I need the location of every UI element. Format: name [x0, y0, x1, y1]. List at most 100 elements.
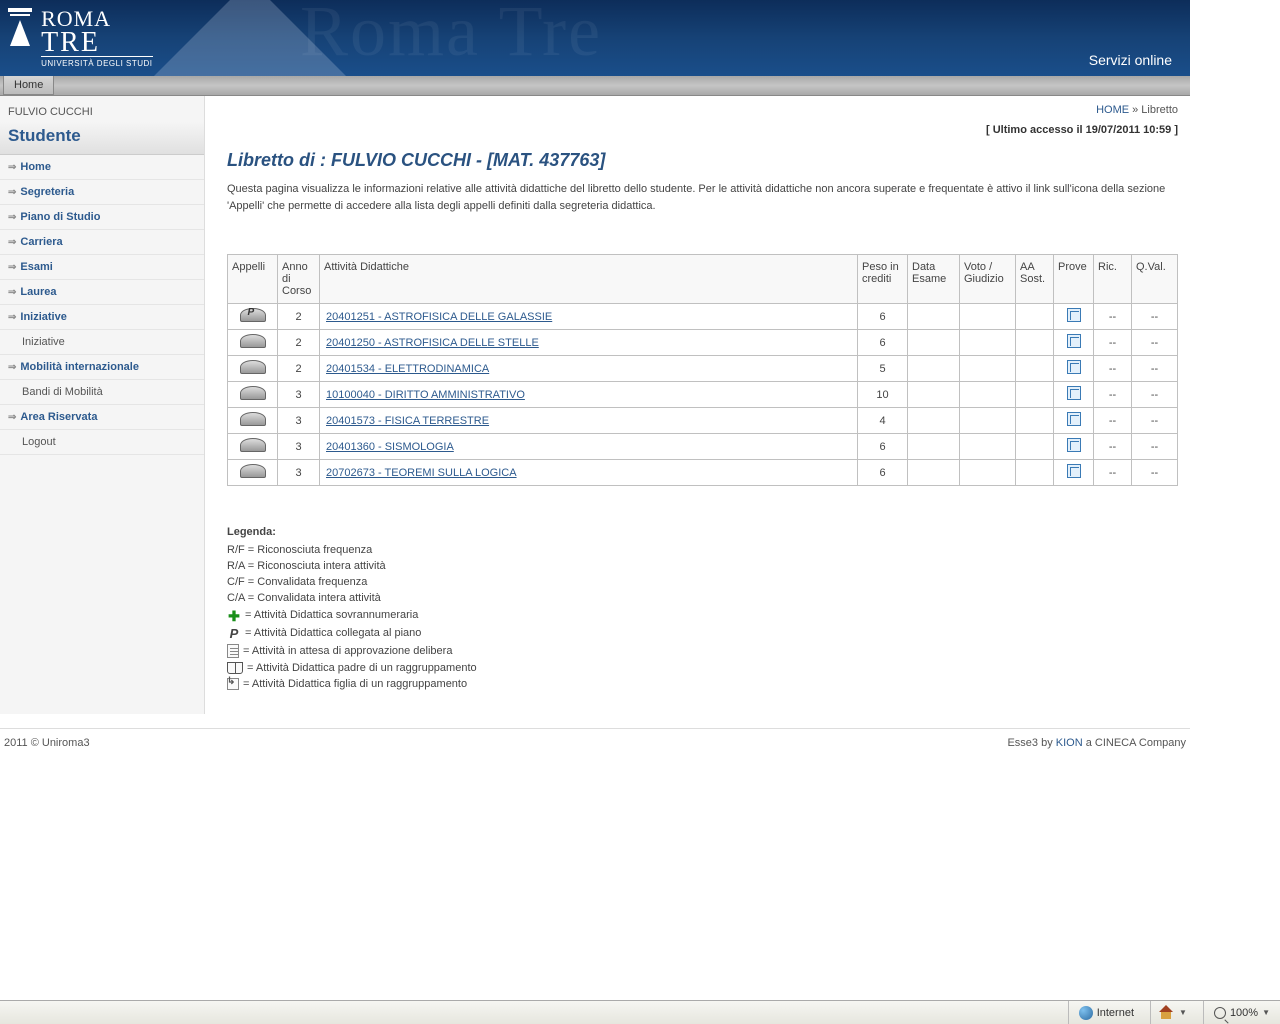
cell-anno: 3 [278, 408, 320, 434]
legenda-rf: R/F = Riconosciuta frequenza [227, 544, 1178, 556]
th-peso: Peso in crediti [858, 255, 908, 304]
sidebar-item-label: Area Riservata [20, 411, 97, 423]
header: Roma Tre ROMA TRE UNIVERSITÀ DEGLI STUDI… [0, 0, 1190, 76]
servizi-online-link[interactable]: Servizi online [1089, 52, 1172, 68]
sidebar-item-segreteria[interactable]: ⇒ Segreteria [0, 180, 204, 205]
status-zoom[interactable]: 100% ▼ [1203, 1001, 1270, 1024]
legenda-figlia: = Attività Didattica figlia di un raggru… [243, 678, 467, 690]
prove-icon[interactable] [1067, 334, 1081, 348]
prove-icon[interactable] [1067, 386, 1081, 400]
appello-icon[interactable] [240, 386, 266, 400]
sidebar-item-label: Piano di Studio [20, 211, 100, 223]
prove-icon[interactable] [1067, 438, 1081, 452]
activity-link[interactable]: 20401573 - FISICA TERRESTRE [326, 415, 489, 427]
legenda-collegata: = Attività Didattica collegata al piano [245, 627, 421, 639]
user-role: Studente [0, 122, 204, 155]
status-protected-mode[interactable]: ▼ [1150, 1001, 1187, 1024]
footer: 2011 © Uniroma3 Esse3 by KION a CINECA C… [0, 728, 1190, 757]
chevron-down-icon: ▼ [1179, 1008, 1187, 1017]
sidebar-subitem-iniziative[interactable]: Iniziative [0, 330, 204, 355]
appello-icon[interactable] [240, 334, 266, 348]
breadcrumb-home[interactable]: HOME [1096, 104, 1129, 116]
cell-anno: 3 [278, 382, 320, 408]
home-icon [1161, 1007, 1175, 1019]
sidebar-subitem-bandi-di-mobilità[interactable]: Bandi di Mobilità [0, 380, 204, 405]
cell-peso: 6 [858, 434, 908, 460]
arrow-right-icon: ⇒ [8, 412, 16, 423]
browser-status-bar: Internet ▼ 100% ▼ [0, 1000, 1280, 1024]
sidebar-item-label: Iniziative [20, 311, 66, 323]
cell-qval: -- [1132, 330, 1178, 356]
cell-peso: 6 [858, 304, 908, 330]
activity-link[interactable]: 20401534 - ELETTRODINAMICA [326, 363, 489, 375]
footer-copyright: 2011 © Uniroma3 [4, 737, 90, 749]
page-title: Libretto di : FULVIO CUCCHI - [MAT. 4377… [227, 150, 1178, 171]
sidebar: FULVIO CUCCHI Studente ⇒Home⇒Segreteria⇒… [0, 96, 205, 714]
prove-icon[interactable] [1067, 464, 1081, 478]
arrow-right-icon: ⇒ [8, 287, 16, 298]
activity-link[interactable]: 10100040 - DIRITTO AMMINISTRATIVO [326, 389, 525, 401]
th-anno: Anno di Corso [278, 255, 320, 304]
appello-icon[interactable] [240, 412, 266, 426]
breadcrumb: HOME » Libretto [227, 102, 1178, 118]
legenda-attesa: = Attività in attesa di approvazione del… [243, 645, 452, 657]
sidebar-item-laurea[interactable]: ⇒Laurea [0, 280, 204, 305]
appello-icon[interactable] [240, 360, 266, 374]
sidebar-item-label: Esami [20, 261, 52, 273]
sidebar-item-mobilità-internazionale[interactable]: ⇒Mobilità internazionale [0, 355, 204, 380]
globe-icon [1079, 1006, 1093, 1020]
last-access: [ Ultimo accesso il 19/07/2011 10:59 ] [227, 118, 1178, 150]
table-row: 220401534 - ELETTRODINAMICA5---- [228, 356, 1178, 382]
home-tab[interactable]: Home [3, 76, 54, 95]
sidebar-item-carriera[interactable]: ⇒Carriera [0, 230, 204, 255]
prove-icon[interactable] [1067, 360, 1081, 374]
legenda-ca: C/A = Convalidata intera attività [227, 592, 1178, 604]
legenda-cf: C/F = Convalidata frequenza [227, 576, 1178, 588]
sidebar-item-home[interactable]: ⇒Home [0, 155, 204, 180]
sidebar-item-label: Carriera [20, 236, 62, 248]
cell-anno: 2 [278, 330, 320, 356]
arrow-right-icon: ⇒ [8, 187, 16, 198]
sidebar-item-area-riservata[interactable]: ⇒ Area Riservata [0, 405, 204, 430]
appello-icon[interactable] [240, 438, 266, 452]
user-name: FULVIO CUCCHI [0, 96, 204, 122]
cell-qval: -- [1132, 408, 1178, 434]
cell-qval: -- [1132, 434, 1178, 460]
sidebar-item-esami[interactable]: ⇒Esami [0, 255, 204, 280]
table-row: 220401251 - ASTROFISICA DELLE GALASSIE6-… [228, 304, 1178, 330]
legenda-padre: = Attività Didattica padre di un raggrup… [247, 662, 477, 674]
th-attivita: Attività Didattiche [320, 255, 858, 304]
cell-anno: 3 [278, 434, 320, 460]
cell-ric: -- [1094, 434, 1132, 460]
appello-icon[interactable] [240, 464, 266, 478]
arrow-right-icon: ⇒ [8, 212, 16, 223]
book-icon [227, 662, 243, 674]
cell-peso: 4 [858, 408, 908, 434]
prove-icon[interactable] [1067, 412, 1081, 426]
sidebar-item-label: Segreteria [20, 186, 74, 198]
legenda-title: Legenda: [227, 526, 1178, 538]
activity-link[interactable]: 20702673 - TEOREMI SULLA LOGICA [326, 467, 517, 479]
kion-link[interactable]: KION [1056, 737, 1083, 749]
sidebar-nav: ⇒Home⇒Segreteria⇒Piano di Studio⇒Carrier… [0, 155, 204, 455]
cell-qval: -- [1132, 460, 1178, 486]
cell-ric: -- [1094, 304, 1132, 330]
appello-icon[interactable] [240, 308, 266, 322]
sidebar-item-iniziative[interactable]: ⇒Iniziative [0, 305, 204, 330]
university-logo[interactable]: ROMA TRE UNIVERSITÀ DEGLI STUDI [6, 6, 153, 69]
sidebar-subitem-logout[interactable]: Logout [0, 430, 204, 455]
header-pyramid-graphic [130, 0, 370, 76]
cell-ric: -- [1094, 460, 1132, 486]
status-internet: Internet [1068, 1001, 1134, 1024]
sidebar-item-label: Mobilità internazionale [20, 361, 139, 373]
prove-icon[interactable] [1067, 308, 1081, 322]
logo-text-bottom: TRE [41, 32, 152, 54]
breadcrumb-current: Libretto [1141, 104, 1178, 116]
legenda-sovrannumeraria: = Attività Didattica sovrannumeraria [245, 609, 418, 621]
activity-link[interactable]: 20401250 - ASTROFISICA DELLE STELLE [326, 337, 539, 349]
child-icon [227, 678, 239, 690]
activity-link[interactable]: 20401251 - ASTROFISICA DELLE GALASSIE [326, 311, 552, 323]
activity-link[interactable]: 20401360 - SISMOLOGIA [326, 441, 454, 453]
sidebar-item-piano-di-studio[interactable]: ⇒ Piano di Studio [0, 205, 204, 230]
table-row: 3 20401360 - SISMOLOGIA 6 ---- [228, 434, 1178, 460]
